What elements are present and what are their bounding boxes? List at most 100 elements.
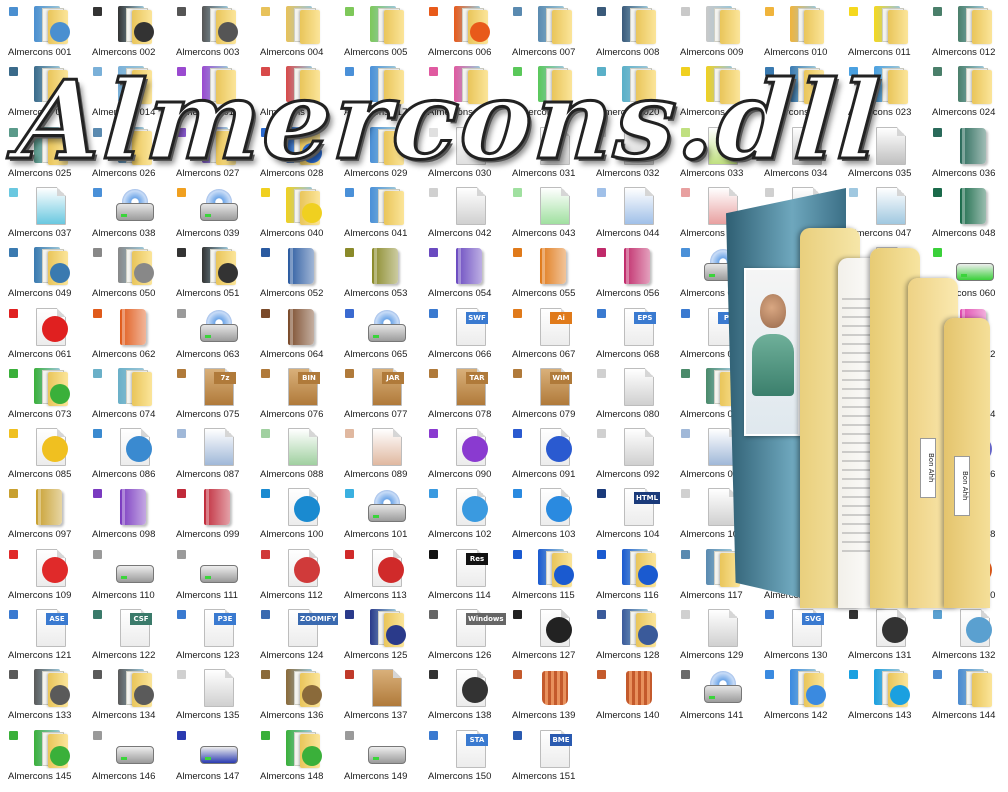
icon-cell[interactable]: Almercons 065 — [336, 302, 420, 362]
icon-cell[interactable]: Almercons 012 — [924, 0, 1008, 60]
icon-cell[interactable]: Almercons 110 — [84, 543, 168, 603]
icon-cell[interactable]: Almercons 134 — [84, 663, 168, 723]
icon-cell[interactable]: ZOOMIFY Almercons 124 — [252, 603, 339, 663]
icon-cell[interactable]: Almercons 011 — [840, 0, 924, 60]
icon-cell[interactable]: Almercons 025 — [0, 121, 84, 181]
icon-cell[interactable]: Almercons 029 — [336, 121, 420, 181]
icon-cell[interactable]: Almercons 142 — [756, 663, 840, 723]
icon-cell[interactable]: Almercons 042 — [420, 181, 504, 241]
icon-cell[interactable]: Almercons 148 — [252, 724, 336, 784]
icon-cell[interactable]: Almercons 091 — [504, 422, 588, 482]
icon-cell[interactable]: Almercons 102 — [420, 482, 504, 542]
icon-cell[interactable]: Almercons 131 — [840, 603, 924, 663]
icon-cell[interactable]: SWF Almercons 066 — [420, 302, 504, 362]
icon-cell[interactable]: Almercons 006 — [420, 0, 504, 60]
icon-cell[interactable]: Almercons 001 — [0, 0, 84, 60]
icon-cell[interactable]: Almercons 103 — [504, 482, 588, 542]
icon-cell[interactable]: P3E Almercons 123 — [168, 603, 252, 663]
icon-cell[interactable]: Almercons 034 — [756, 121, 840, 181]
icon-cell[interactable]: Almercons 002 — [84, 0, 168, 60]
icon-cell[interactable]: Almercons 052 — [252, 241, 336, 301]
icon-cell[interactable]: Almercons 099 — [168, 482, 252, 542]
icon-cell[interactable]: Almercons 038 — [84, 181, 168, 241]
icon-cell[interactable]: Almercons 061 — [0, 302, 84, 362]
icon-cell[interactable]: Almercons 050 — [84, 241, 168, 301]
icon-cell[interactable]: Almercons 086 — [84, 422, 168, 482]
icon-cell[interactable]: Almercons 016 — [252, 60, 336, 120]
icon-cell[interactable]: Almercons 080 — [588, 362, 672, 422]
icon-cell[interactable]: Almercons 044 — [588, 181, 672, 241]
icon-cell[interactable]: Almercons 112 — [252, 543, 336, 603]
icon-cell[interactable]: WIM Almercons 079 — [504, 362, 588, 422]
icon-cell[interactable]: Almercons 085 — [0, 422, 84, 482]
icon-cell[interactable]: Almercons 021 — [672, 60, 756, 120]
icon-cell[interactable]: Almercons 089 — [336, 422, 420, 482]
icon-cell[interactable]: Res Almercons 114 — [420, 543, 504, 603]
icon-cell[interactable]: Almercons 074 — [84, 362, 168, 422]
icon-cell[interactable]: Almercons 003 — [168, 0, 252, 60]
icon-cell[interactable]: Almercons 051 — [168, 241, 252, 301]
icon-cell[interactable]: HTML Almercons 104 — [588, 482, 672, 542]
icon-cell[interactable]: Almercons 100 — [252, 482, 336, 542]
icon-cell[interactable]: Almercons 129 — [672, 603, 756, 663]
icon-cell[interactable]: Almercons 005 — [336, 0, 420, 60]
icon-cell[interactable]: Almercons 008 — [588, 0, 672, 60]
icon-cell[interactable]: SVG Almercons 130 — [756, 603, 840, 663]
icon-cell[interactable]: Windows Almercons 126 — [420, 603, 506, 663]
icon-cell[interactable]: Almercons 097 — [0, 482, 84, 542]
icon-cell[interactable]: Almercons 024 — [924, 60, 1008, 120]
icon-cell[interactable]: Almercons 032 — [588, 121, 672, 181]
icon-cell[interactable]: Almercons 056 — [588, 241, 672, 301]
icon-cell[interactable]: Almercons 022 — [756, 60, 840, 120]
icon-cell[interactable]: Almercons 073 — [0, 362, 84, 422]
icon-cell[interactable]: 7z Almercons 075 — [168, 362, 252, 422]
icon-cell[interactable]: Almercons 004 — [252, 0, 336, 60]
icon-cell[interactable]: Almercons 033 — [672, 121, 756, 181]
icon-cell[interactable]: Almercons 135 — [168, 663, 252, 723]
icon-cell[interactable]: Almercons 139 — [504, 663, 588, 723]
icon-cell[interactable]: EPS Almercons 068 — [588, 302, 672, 362]
icon-cell[interactable]: Almercons 020 — [588, 60, 672, 120]
icon-cell[interactable]: Almercons 143 — [840, 663, 924, 723]
icon-cell[interactable]: Almercons 141 — [672, 663, 756, 723]
icon-cell[interactable]: Ai Almercons 067 — [504, 302, 588, 362]
icon-cell[interactable]: Almercons 036 — [924, 121, 1008, 181]
icon-cell[interactable]: Almercons 017 — [336, 60, 420, 120]
icon-cell[interactable]: Almercons 043 — [504, 181, 588, 241]
icon-cell[interactable]: CSF Almercons 122 — [84, 603, 168, 663]
icon-cell[interactable]: Almercons 053 — [336, 241, 420, 301]
icon-cell[interactable]: JAR Almercons 077 — [336, 362, 420, 422]
icon-cell[interactable]: Almercons 037 — [0, 181, 84, 241]
icon-cell[interactable]: BIN Almercons 076 — [252, 362, 336, 422]
icon-cell[interactable]: Almercons 055 — [504, 241, 588, 301]
icon-cell[interactable]: Almercons 039 — [168, 181, 252, 241]
icon-cell[interactable]: Almercons 010 — [756, 0, 840, 60]
icon-cell[interactable]: Almercons 040 — [252, 181, 336, 241]
icon-cell[interactable]: Almercons 098 — [84, 482, 168, 542]
icon-cell[interactable]: Almercons 140 — [588, 663, 672, 723]
icon-cell[interactable]: Almercons 087 — [168, 422, 252, 482]
icon-cell[interactable]: Almercons 137 — [336, 663, 420, 723]
icon-cell[interactable]: Almercons 023 — [840, 60, 924, 120]
icon-cell[interactable]: Almercons 115 — [504, 543, 588, 603]
icon-cell[interactable]: Almercons 147 — [168, 724, 252, 784]
icon-cell[interactable]: Almercons 146 — [84, 724, 168, 784]
icon-cell[interactable]: Almercons 145 — [0, 724, 84, 784]
icon-cell[interactable]: Almercons 035 — [840, 121, 924, 181]
icon-cell[interactable]: Almercons 109 — [0, 543, 84, 603]
icon-cell[interactable]: Almercons 007 — [504, 0, 588, 60]
icon-cell[interactable]: Almercons 030 — [420, 121, 504, 181]
icon-cell[interactable]: Almercons 111 — [168, 543, 252, 603]
icon-cell[interactable]: Almercons 041 — [336, 181, 420, 241]
icon-cell[interactable]: Almercons 018 — [420, 60, 504, 120]
icon-cell[interactable]: Almercons 064 — [252, 302, 336, 362]
icon-cell[interactable]: Almercons 125 — [336, 603, 420, 663]
icon-cell[interactable]: Almercons 128 — [588, 603, 672, 663]
icon-cell[interactable]: Almercons 013 — [0, 60, 84, 120]
icon-cell[interactable]: Almercons 138 — [420, 663, 504, 723]
icon-cell[interactable]: TAR Almercons 078 — [420, 362, 504, 422]
icon-cell[interactable]: Almercons 116 — [588, 543, 672, 603]
icon-cell[interactable]: Almercons 092 — [588, 422, 672, 482]
icon-cell[interactable]: Almercons 090 — [420, 422, 504, 482]
icon-cell[interactable]: Almercons 088 — [252, 422, 336, 482]
